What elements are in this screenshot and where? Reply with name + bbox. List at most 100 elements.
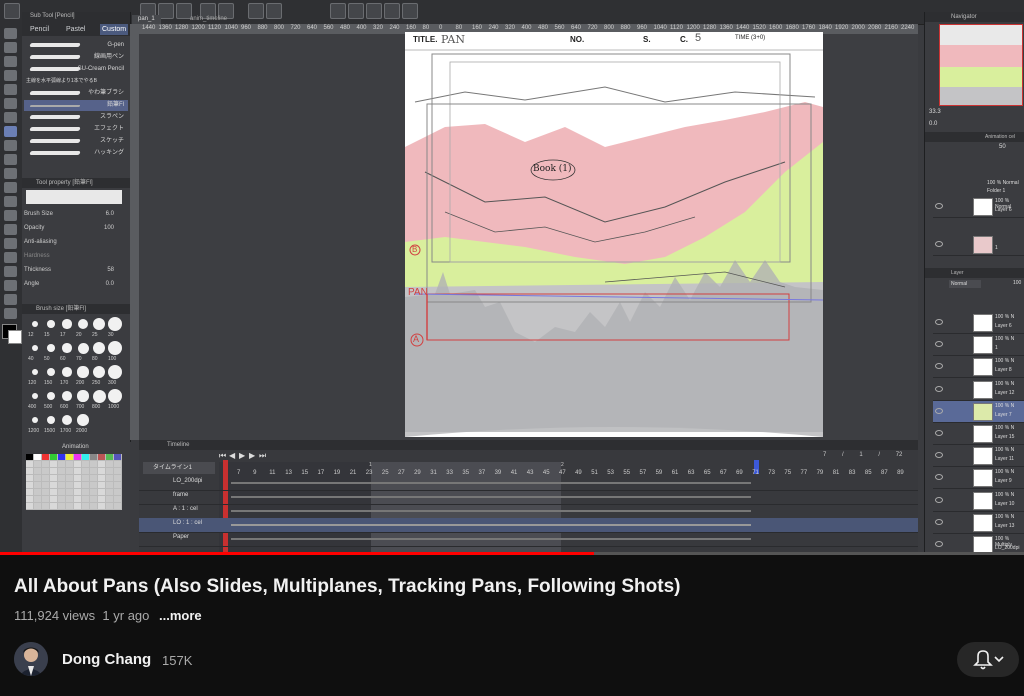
eye-icon[interactable] (935, 241, 943, 247)
color-cell[interactable] (114, 496, 121, 502)
eye-icon[interactable] (935, 203, 943, 209)
color-cell[interactable] (90, 461, 97, 467)
color-cell[interactable] (82, 454, 89, 460)
canvas-paper[interactable]: TITLE. PAN NO. S. C. 5 TIME (3+0) Book (… (405, 32, 823, 437)
color-cell[interactable] (58, 489, 65, 495)
brush-size-swatch[interactable] (47, 368, 55, 376)
color-cell[interactable] (114, 475, 121, 481)
color-cell[interactable] (34, 482, 41, 488)
layer-row[interactable]: 100 % N Layer 8 (933, 356, 1024, 379)
clear-icon[interactable] (248, 3, 264, 19)
brush-size-swatch[interactable] (108, 317, 122, 331)
brush-size-swatch[interactable] (47, 344, 55, 352)
gradient-tool-icon[interactable] (4, 224, 17, 235)
color-cell[interactable] (58, 482, 65, 488)
tab-custom[interactable]: Custom (100, 24, 129, 35)
channel-avatar[interactable] (14, 642, 48, 676)
brush-size-swatch[interactable] (62, 343, 72, 353)
color-cell[interactable] (106, 489, 113, 495)
color-cell[interactable] (50, 489, 57, 495)
color-cell[interactable] (98, 475, 105, 481)
decoration-tool-icon[interactable] (4, 168, 17, 179)
notification-bell-button[interactable] (957, 642, 1019, 677)
eye-icon[interactable] (935, 385, 943, 392)
frame-tool-icon[interactable] (4, 252, 17, 263)
color-cell[interactable] (106, 461, 113, 467)
color-grid[interactable] (26, 454, 122, 510)
brush-item[interactable]: やわ筆ブラシ (24, 88, 128, 99)
color-cell[interactable] (114, 503, 121, 509)
brush-tool-icon[interactable] (4, 140, 17, 151)
color-cell[interactable] (26, 475, 33, 481)
eye-icon[interactable] (935, 452, 943, 459)
color-cell[interactable] (82, 468, 89, 474)
color-cell[interactable] (106, 475, 113, 481)
channel-name[interactable]: Dong Chang (62, 651, 151, 668)
brush-size-swatch[interactable] (62, 415, 72, 425)
color-cell[interactable] (74, 496, 81, 502)
color-cell[interactable] (90, 489, 97, 495)
grid-icon[interactable] (384, 3, 400, 19)
brush-size-swatch[interactable] (92, 365, 106, 379)
color-cell[interactable] (98, 482, 105, 488)
color-cell[interactable] (34, 475, 41, 481)
layer-opacity-value[interactable]: 100 (1013, 280, 1021, 286)
timeline-track[interactable]: LO_200dpi (139, 476, 918, 491)
eye-icon[interactable] (935, 430, 943, 436)
color-cell[interactable] (98, 489, 105, 495)
color-cell[interactable] (74, 482, 81, 488)
guide-icon[interactable] (402, 3, 418, 19)
brush-size-swatch[interactable] (77, 366, 89, 378)
color-cell[interactable] (58, 503, 65, 509)
brush-item[interactable]: ハッキング (24, 148, 128, 159)
color-cell[interactable] (50, 475, 57, 481)
color-cell[interactable] (82, 482, 89, 488)
color-cell[interactable] (114, 461, 121, 467)
brush-size-swatch[interactable] (62, 367, 72, 377)
color-cell[interactable] (42, 496, 49, 502)
next-frame-icon[interactable]: ▶ (249, 451, 255, 460)
color-cell[interactable] (74, 503, 81, 509)
video-frame[interactable]: pan_1 anim_timeline Sub Tool [Pencil] Pe… (0, 0, 1024, 553)
color-cell[interactable] (34, 454, 41, 460)
more-link[interactable]: ...more (159, 608, 202, 623)
video-title[interactable]: All About Pans (Also Slides, Multiplanes… (14, 576, 914, 598)
layer-row[interactable]: 100 % N Layer 11 (933, 445, 1024, 468)
color-cell[interactable] (50, 496, 57, 502)
eyedropper-tool-icon[interactable] (4, 98, 17, 109)
color-cell[interactable] (98, 468, 105, 474)
color-cell[interactable] (26, 468, 33, 474)
color-cell[interactable] (26, 496, 33, 502)
color-cell[interactable] (74, 475, 81, 481)
brush-size-swatch[interactable] (107, 388, 123, 404)
brush-size-swatch[interactable] (46, 391, 56, 401)
color-cell[interactable] (106, 468, 113, 474)
eye-icon[interactable] (935, 518, 943, 525)
eye-icon[interactable] (935, 363, 943, 370)
timeline-track[interactable]: frame (139, 490, 918, 505)
color-cell[interactable] (42, 475, 49, 481)
layer-row[interactable]: 1 (933, 234, 1024, 256)
brush-size-swatch[interactable] (77, 390, 89, 402)
text-tool-icon[interactable] (4, 280, 17, 291)
eye-icon[interactable] (935, 407, 943, 414)
brush-size-swatch[interactable] (32, 321, 38, 327)
color-cell[interactable] (106, 496, 113, 502)
transform-icon[interactable] (366, 3, 382, 19)
color-cell[interactable] (58, 475, 65, 481)
color-cell[interactable] (50, 482, 57, 488)
balloon-tool-icon[interactable] (4, 294, 17, 305)
brush-size-swatch[interactable] (77, 318, 89, 330)
color-cell[interactable] (90, 503, 97, 509)
tab-pastel[interactable]: Pastel (64, 24, 87, 35)
color-cell[interactable] (58, 468, 65, 474)
layer-row[interactable]: 100 % Multiply LO_200dpi (933, 534, 1024, 553)
last-frame-icon[interactable]: ⏭ (259, 451, 266, 461)
prev-frame-icon[interactable]: ◀ (229, 451, 235, 460)
prop-angle[interactable]: Angle 0.0 (24, 278, 124, 290)
anim-opacity-value[interactable]: 50 (999, 144, 1006, 150)
brush-size-swatch[interactable] (31, 392, 39, 400)
brush-size-swatch[interactable] (92, 341, 106, 355)
color-cell[interactable] (66, 468, 73, 474)
navigator-preview[interactable] (939, 24, 1023, 106)
